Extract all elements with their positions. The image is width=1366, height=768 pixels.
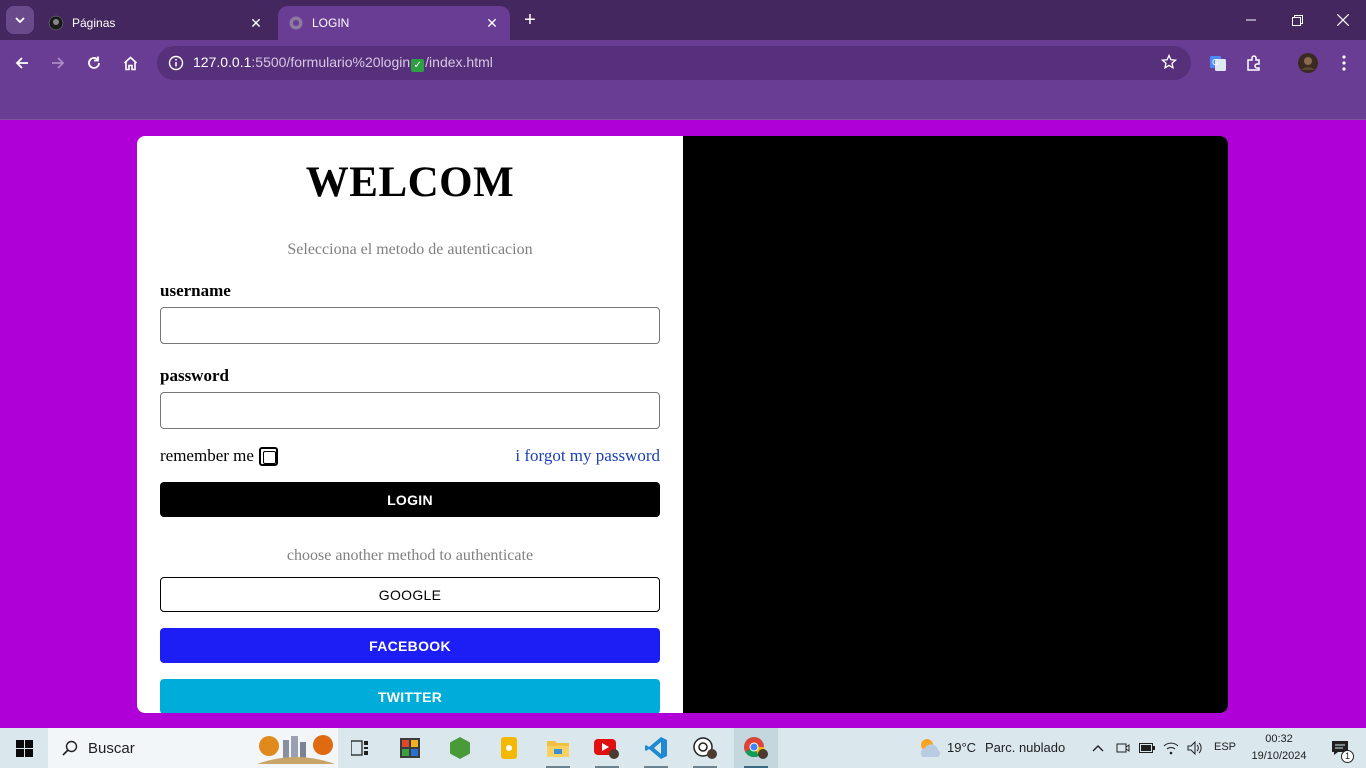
github-icon xyxy=(48,15,64,31)
svg-text:G: G xyxy=(1212,58,1218,67)
search-highlight-image xyxy=(257,732,335,764)
reload-button[interactable] xyxy=(80,49,108,77)
login-card: WELCOM Selecciona el metodo de autentica… xyxy=(137,136,1228,713)
reload-icon xyxy=(88,56,100,69)
meet-now-icon[interactable] xyxy=(1112,728,1134,768)
weather-temperature[interactable]: 19°C xyxy=(947,740,976,755)
restore-button[interactable] xyxy=(1274,0,1320,40)
volume-icon[interactable] xyxy=(1184,728,1206,768)
password-label: password xyxy=(160,366,229,385)
page-viewport: WELCOM Selecciona el metodo de autentica… xyxy=(0,121,1366,728)
remember-me-checkbox[interactable] xyxy=(258,446,278,466)
task-view-icon[interactable] xyxy=(340,728,380,768)
page-title: WELCOM xyxy=(305,159,515,206)
alt-auth-text: choose another method to authenticate xyxy=(286,547,534,564)
close-tab-icon[interactable]: ✕ xyxy=(484,15,500,31)
minimize-icon xyxy=(1246,19,1256,21)
close-icon xyxy=(1337,14,1349,26)
close-window-button[interactable] xyxy=(1320,0,1366,40)
bookmark-star-icon[interactable] xyxy=(1160,53,1178,73)
username-label: username xyxy=(160,281,231,300)
windows-logo-icon xyxy=(15,739,33,757)
menu-kebab-icon[interactable] xyxy=(1330,49,1358,77)
profile-avatar[interactable] xyxy=(1294,49,1322,77)
new-tab-button[interactable]: + xyxy=(518,8,542,32)
twitter-button[interactable]: TWITTER xyxy=(160,679,660,713)
chrome-icon[interactable] xyxy=(734,728,778,768)
tab-title: LOGIN xyxy=(312,16,350,30)
globe-icon xyxy=(288,15,304,31)
notes-app-icon[interactable] xyxy=(489,728,529,768)
start-button[interactable] xyxy=(0,728,48,768)
facebook-button[interactable]: FACEBOOK xyxy=(160,628,660,663)
clock-date: 19/10/2024 xyxy=(1251,750,1307,762)
tab-login[interactable]: LOGIN ✕ xyxy=(278,6,510,40)
tab-search-button[interactable] xyxy=(6,6,34,34)
url-path-end: /index.html xyxy=(425,54,493,70)
minimize-button[interactable] xyxy=(1228,0,1274,40)
notification-count: 1 xyxy=(1341,750,1354,763)
tab-title: Páginas xyxy=(72,16,116,30)
auth-subtitle: Selecciona el metodo de autenticacion xyxy=(287,241,533,258)
windows-taskbar: Buscar 19°C Parc. nublado ESP 00:32 19/1… xyxy=(0,728,1366,768)
google-button[interactable]: GOOGLE xyxy=(160,577,660,612)
home-button[interactable] xyxy=(116,49,144,77)
search-icon xyxy=(62,740,78,756)
battery-icon[interactable] xyxy=(1136,728,1158,768)
forward-button[interactable] xyxy=(44,49,72,77)
clock-time: 00:32 xyxy=(1265,733,1293,745)
url-host: 127.0.0.1 xyxy=(193,54,252,70)
restore-icon xyxy=(1291,14,1303,26)
google-translate-icon[interactable]: G xyxy=(1204,49,1232,77)
remember-me: remember me xyxy=(160,446,278,466)
url-path: :5500/formulario%20login xyxy=(251,54,411,70)
youtube-app-icon[interactable] xyxy=(587,728,627,768)
address-bar[interactable]: 127.0.0.1:5500/formulario%20login ✓/index… xyxy=(157,46,1191,80)
chatgpt-app-icon[interactable] xyxy=(685,728,725,768)
home-icon xyxy=(123,55,137,70)
app-gallery-icon[interactable] xyxy=(390,728,430,768)
arrow-right-icon xyxy=(52,57,65,69)
back-button[interactable] xyxy=(8,49,36,77)
extensions-puzzle-icon[interactable] xyxy=(1240,49,1268,77)
login-button[interactable]: LOGIN xyxy=(160,482,660,517)
forgot-password-link[interactable]: i forgot my password xyxy=(515,446,660,466)
weather-description[interactable]: Parc. nublado xyxy=(985,740,1065,755)
browser-toolbar: 127.0.0.1:5500/formulario%20login ✓/index… xyxy=(0,40,1366,112)
bookmarks-bar xyxy=(0,86,1366,120)
tab-paginas[interactable]: Páginas ✕ xyxy=(38,6,274,40)
check-mark-icon: ✓ xyxy=(411,59,425,72)
login-form: WELCOM Selecciona el metodo de autentica… xyxy=(137,136,683,713)
notifications-icon[interactable]: 1 xyxy=(1320,728,1360,768)
vscode-icon[interactable] xyxy=(636,728,676,768)
system-clock[interactable]: 00:32 19/10/2024 xyxy=(1244,731,1314,765)
username-input[interactable] xyxy=(160,307,660,344)
weather-icon xyxy=(910,728,950,768)
close-tab-icon[interactable]: ✕ xyxy=(248,15,264,31)
url-text: 127.0.0.1:5500/formulario%20login ✓/index… xyxy=(193,54,493,72)
wifi-icon[interactable] xyxy=(1160,728,1182,768)
browser-tab-bar: Páginas ✕ LOGIN ✕ + xyxy=(0,0,1366,40)
search-label: Buscar xyxy=(88,739,135,757)
remember-me-label: remember me xyxy=(160,446,254,465)
language-indicator[interactable]: ESP xyxy=(1214,741,1236,753)
options-row: remember me i forgot my password xyxy=(160,446,660,466)
chevron-down-icon xyxy=(15,17,25,24)
arrow-left-icon xyxy=(15,57,28,69)
file-explorer-icon[interactable] xyxy=(538,728,578,768)
image-panel xyxy=(683,136,1228,713)
nodejs-icon[interactable] xyxy=(440,728,480,768)
password-input[interactable] xyxy=(160,392,660,429)
site-info-icon[interactable] xyxy=(161,55,191,71)
